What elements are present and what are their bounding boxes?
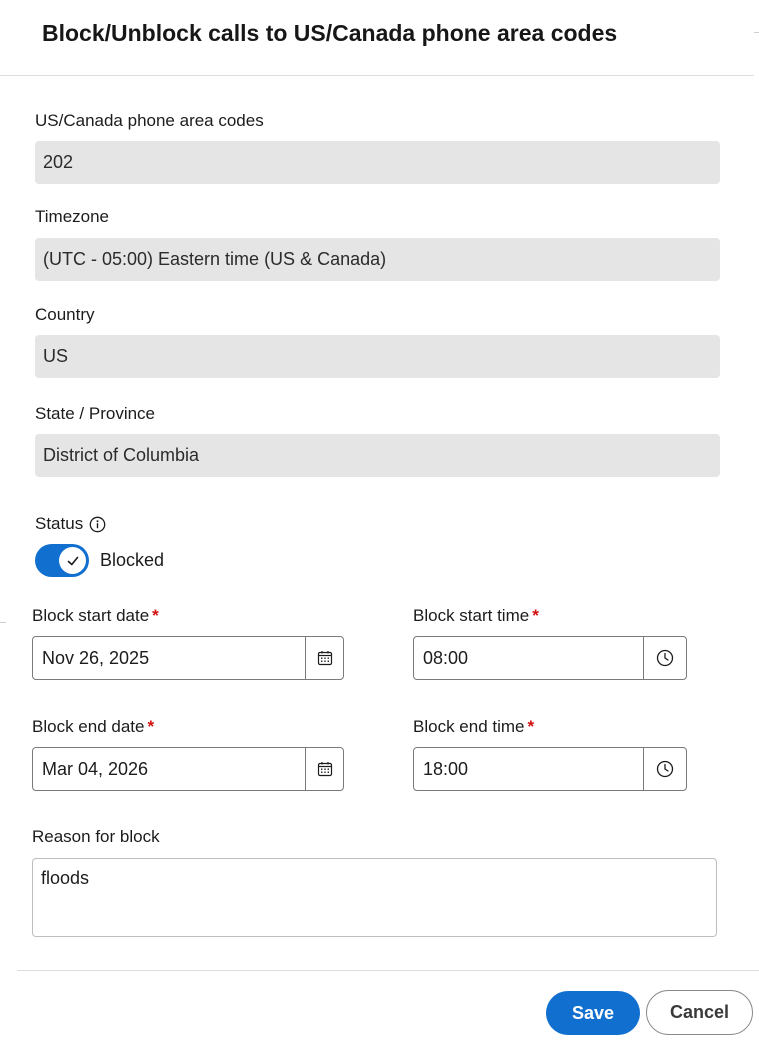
end-time-input[interactable]: 18:00 [413,747,687,791]
required-mark: * [152,606,159,625]
cancel-button[interactable]: Cancel [646,990,753,1035]
start-date-label-text: Block start date [32,606,150,625]
country-label: Country [35,305,95,324]
start-date-input[interactable]: Nov 26, 2025 [32,636,344,680]
end-date-value[interactable]: Mar 04, 2026 [33,748,305,790]
calendar-icon[interactable] [305,748,343,790]
reason-textarea[interactable]: floods [32,858,717,937]
state-field: District of Columbia [35,434,720,477]
info-icon[interactable] [89,516,106,533]
required-mark: * [532,606,539,625]
start-time-input[interactable]: 08:00 [413,636,687,680]
timezone-field: (UTC - 05:00) Eastern time (US & Canada) [35,238,720,281]
block-area-code-dialog: Block/Unblock calls to US/Canada phone a… [0,0,759,1053]
state-label: State / Province [35,404,156,423]
dialog-header: Block/Unblock calls to US/Canada phone a… [0,0,754,76]
start-time-label-text: Block start time [413,606,530,625]
toggle-knob [59,547,86,574]
status-label: Status [35,514,84,533]
end-date-label: Block end date * [32,717,154,737]
divider-edge [754,32,759,33]
reason-label: Reason for block [32,827,160,846]
end-date-input[interactable]: Mar 04, 2026 [32,747,344,791]
status-toggle[interactable] [35,544,89,577]
divider-edge [0,622,6,623]
start-date-label: Block start date * [32,606,159,626]
end-time-value[interactable]: 18:00 [414,748,643,790]
end-time-label-text: Block end time [413,717,525,736]
country-field: US [35,335,720,378]
save-button[interactable]: Save [546,991,640,1035]
required-mark: * [527,717,535,736]
status-row: Status [35,514,106,534]
status-toggle-text: Blocked [100,550,165,570]
required-mark: * [147,717,155,736]
start-time-label: Block start time * [413,606,539,626]
calendar-icon[interactable] [305,637,343,679]
clock-icon[interactable] [643,748,686,790]
area-code-label: US/Canada phone area codes [35,111,264,130]
end-time-label: Block end time * [413,717,534,737]
footer-divider [17,970,759,971]
checkmark-icon [67,556,78,565]
timezone-label: Timezone [35,207,110,226]
area-code-field: 202 [35,141,720,184]
start-time-value[interactable]: 08:00 [414,637,643,679]
dialog-title: Block/Unblock calls to US/Canada phone a… [42,20,618,46]
clock-icon[interactable] [643,637,686,679]
end-date-label-text: Block end date [32,717,145,736]
start-date-value[interactable]: Nov 26, 2025 [33,637,305,679]
